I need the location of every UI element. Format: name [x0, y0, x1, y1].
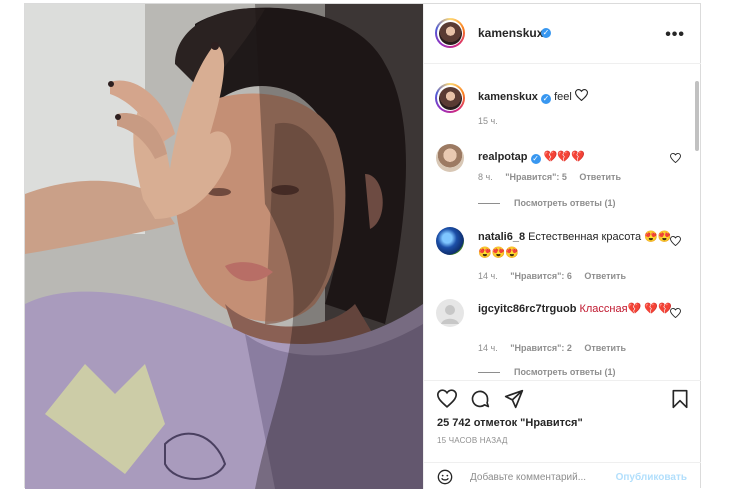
- comment-time: 14 ч.: [478, 271, 498, 281]
- comment-username[interactable]: realpotap: [478, 151, 528, 163]
- view-replies-button[interactable]: Посмотреть ответы (1): [478, 198, 615, 208]
- verified-badge-icon: ✓: [530, 154, 541, 164]
- view-replies-button[interactable]: Посмотреть ответы (1): [478, 367, 615, 377]
- caption-item: kamenskux ✓ feel 15 ч.: [435, 83, 681, 134]
- reply-button[interactable]: Ответить: [579, 172, 621, 182]
- like-comment-icon[interactable]: [670, 236, 681, 246]
- default-avatar-icon: [441, 305, 459, 324]
- more-options-icon[interactable]: •••: [665, 26, 685, 44]
- author-avatar[interactable]: [435, 83, 465, 113]
- caption-text: feel: [554, 91, 572, 103]
- comment-likes[interactable]: "Нравится": 2: [510, 343, 572, 353]
- comment-item: natali6_8 Естественная красота 😍😍😍😍😍 14 …: [436, 227, 681, 292]
- post-details-panel: kamenskux ✓ ••• kamenskux ✓ feel 15 ч. r…: [423, 4, 701, 489]
- comment-username[interactable]: natali6_8: [478, 231, 525, 243]
- comments-list: kamenskux ✓ feel 15 ч. realpotap ✓ 💔💔💔 8…: [424, 64, 701, 379]
- author-username[interactable]: kamenskux: [478, 26, 543, 40]
- comment-likes[interactable]: "Нравится": 5: [505, 172, 567, 182]
- comment-avatar[interactable]: [436, 144, 464, 172]
- comment-text: Классная💔 💔💔: [579, 303, 672, 315]
- comment-item: igcyitc86rc7trguob Классная💔 💔💔 14 ч. "Н…: [436, 299, 681, 379]
- comment-avatar[interactable]: [436, 299, 464, 327]
- author-avatar[interactable]: [435, 18, 465, 48]
- post-header: kamenskux ✓ •••: [424, 4, 701, 64]
- like-comment-icon[interactable]: [670, 153, 681, 163]
- comment-text: 💔💔💔: [543, 151, 585, 163]
- comments-scrollbar[interactable]: [695, 81, 699, 151]
- like-comment-icon[interactable]: [670, 308, 681, 318]
- reply-button[interactable]: Ответить: [584, 271, 626, 281]
- verified-badge-icon: ✓: [541, 94, 551, 104]
- likes-count[interactable]: 25 742 отметок "Нравится": [437, 417, 583, 429]
- caption-time: 15 ч.: [478, 116, 498, 126]
- comment-avatar[interactable]: [436, 227, 464, 255]
- comment-username[interactable]: igcyitc86rc7trguob: [478, 303, 576, 315]
- share-icon[interactable]: [504, 389, 524, 409]
- comment-icon[interactable]: [470, 389, 490, 409]
- caption-username[interactable]: kamenskux: [478, 91, 538, 103]
- comment-likes[interactable]: "Нравится": 6: [510, 271, 572, 281]
- heart-icon[interactable]: [437, 389, 457, 408]
- bookmark-icon[interactable]: [671, 389, 689, 409]
- publish-button[interactable]: Опубликовать: [616, 472, 687, 483]
- post-frame: kamenskux ✓ ••• kamenskux ✓ feel 15 ч. r…: [24, 3, 701, 489]
- post-photo[interactable]: [25, 4, 423, 489]
- comment-time: 14 ч.: [478, 343, 498, 353]
- reply-button[interactable]: Ответить: [584, 343, 626, 353]
- post-actions: 25 742 отметок "Нравится" 15 ЧАСОВ НАЗАД: [424, 380, 701, 463]
- emoji-icon[interactable]: [437, 469, 453, 485]
- verified-badge-icon: ✓: [541, 28, 551, 38]
- comment-item: realpotap ✓ 💔💔💔 8 ч. "Нравится": 5 Ответ…: [436, 144, 681, 214]
- add-comment-bar: Добавьте комментарий... Опубликовать: [424, 462, 701, 490]
- heart-outline-icon: [574, 89, 588, 102]
- post-time-ago[interactable]: 15 ЧАСОВ НАЗАД: [437, 436, 508, 445]
- comment-time: 8 ч.: [478, 172, 493, 182]
- add-comment-input[interactable]: Добавьте комментарий...: [470, 472, 586, 483]
